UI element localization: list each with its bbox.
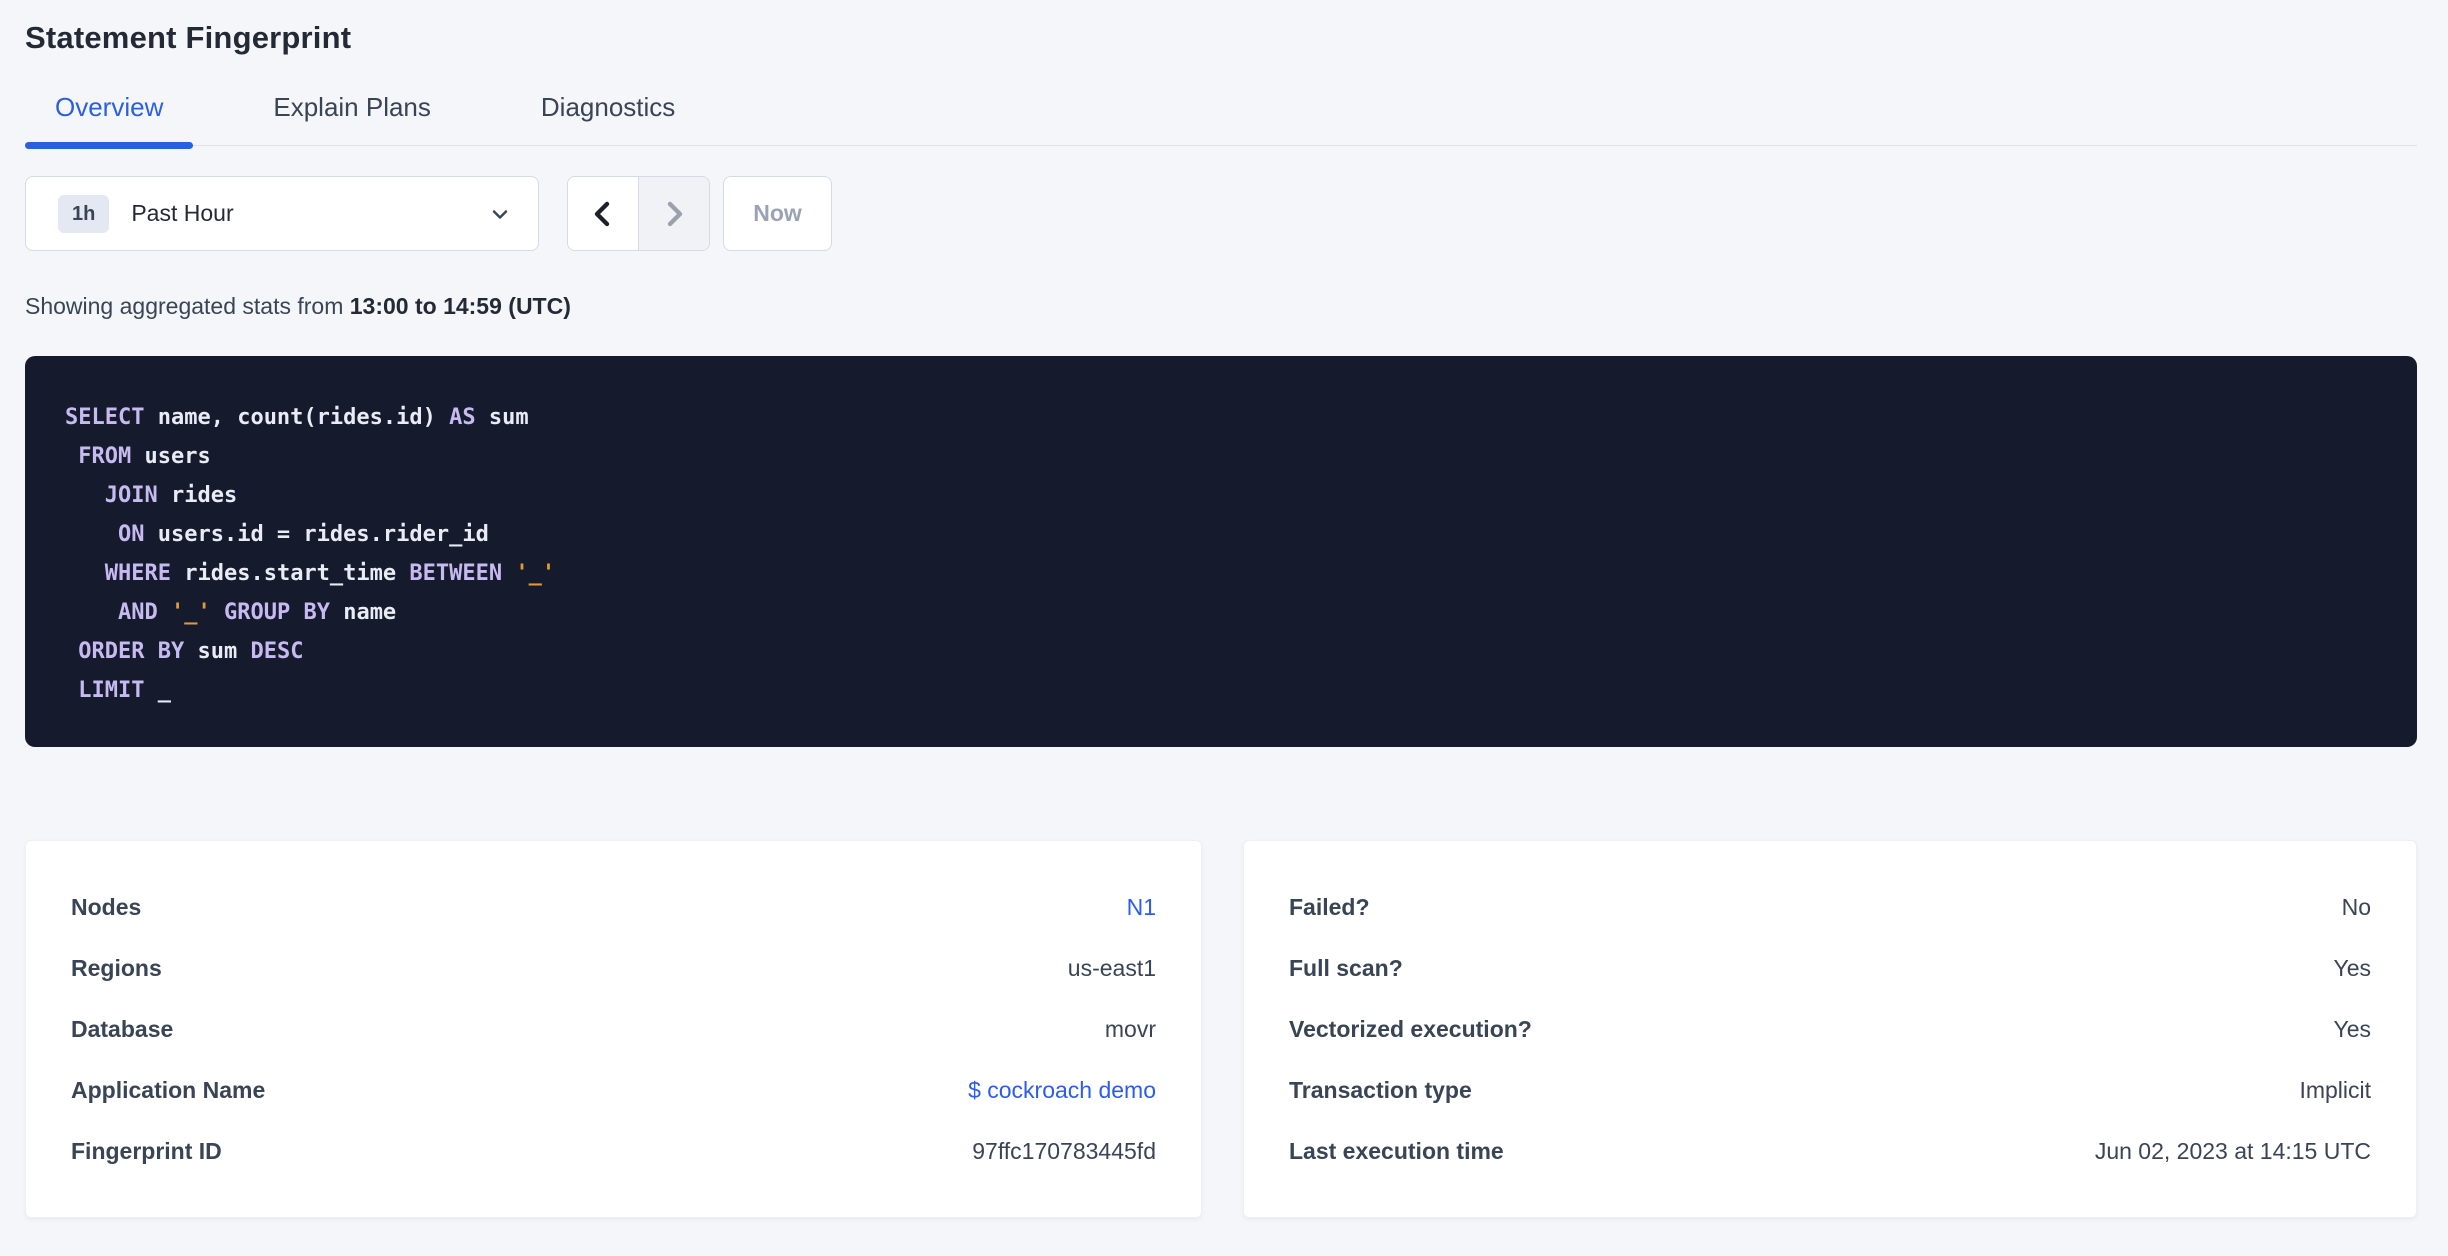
sql-token-kw: JOIN bbox=[104, 483, 158, 508]
summary-row-value-link[interactable]: $ cockroach demo bbox=[968, 1077, 1156, 1104]
summary-row: Nodes N1 bbox=[71, 877, 1156, 938]
execution-attributes-card: Failed? No Full scan? Yes Vectorized executi… bbox=[1243, 840, 2417, 1218]
summary-row-label: Transaction type bbox=[1289, 1077, 1472, 1103]
summary-row: Regions us-east1 bbox=[71, 938, 1156, 999]
sql-token-kw: ON bbox=[117, 522, 145, 547]
aggregated-stats-prefix: Showing aggregated stats from bbox=[25, 293, 350, 319]
summary-row: Database movr bbox=[71, 999, 1156, 1060]
sql-token-kw: AND bbox=[117, 600, 158, 625]
tab-label: Diagnostics bbox=[540, 92, 676, 122]
time-controls-row: 1h Past Hour Now bbox=[25, 176, 2417, 251]
sql-statement-code: SELECT name, count(rides.id) AS sum FROM… bbox=[65, 398, 2377, 710]
sql-token-id: sum bbox=[475, 405, 529, 430]
page-title: Statement Fingerprint bbox=[25, 20, 352, 55]
sql-token-id: _ bbox=[144, 678, 171, 703]
summary-row: Application Name $ cockroach demo bbox=[71, 1060, 1156, 1121]
summary-row-label: Full scan? bbox=[1289, 955, 1403, 981]
sql-token-kw: FROM bbox=[78, 444, 132, 469]
sql-token-kw: ORDER BY bbox=[78, 639, 185, 664]
summary-row: Vectorized execution? Yes bbox=[1289, 999, 2371, 1060]
now-button[interactable]: Now bbox=[723, 176, 832, 251]
summary-row: Transaction type Implicit bbox=[1289, 1060, 2371, 1121]
sql-token-id: rides bbox=[157, 483, 238, 508]
time-range-stepper bbox=[567, 176, 710, 251]
time-range-dropdown[interactable]: 1h Past Hour bbox=[25, 176, 539, 251]
sql-token-id: users.id = rides.rider_id bbox=[144, 522, 489, 547]
sql-token-kw: SELECT bbox=[65, 405, 145, 430]
summary-row-label: Last execution time bbox=[1289, 1138, 1504, 1164]
summary-row-value: movr bbox=[1104, 1016, 1156, 1042]
sql-token-kw: AS bbox=[449, 405, 476, 430]
tab-explain-plans[interactable]: Explain Plans bbox=[243, 92, 461, 145]
aggregated-stats-caption: Showing aggregated stats from 13:00 to 1… bbox=[25, 293, 2417, 320]
sql-token-id bbox=[211, 600, 224, 625]
chevron-right-icon bbox=[659, 197, 689, 231]
summary-row: Failed? No bbox=[1289, 877, 2371, 938]
tab-label: Explain Plans bbox=[273, 92, 431, 122]
sql-token-id bbox=[158, 600, 171, 625]
sql-token-id: users bbox=[131, 444, 211, 469]
summary-cards-row: Nodes N1 Regions us-east1 Database movr Applic… bbox=[25, 840, 2417, 1218]
sql-token-id: name, count(rides.id) bbox=[144, 405, 450, 430]
sql-token-id bbox=[65, 444, 78, 469]
sql-token-id bbox=[65, 522, 118, 547]
summary-row-label: Database bbox=[71, 1016, 174, 1042]
sql-token-kw: LIMIT bbox=[78, 678, 145, 703]
chevron-down-icon bbox=[488, 202, 512, 226]
previous-time-range-button[interactable] bbox=[568, 177, 639, 250]
summary-row-value: us-east1 bbox=[1067, 955, 1156, 981]
sql-token-id: sum bbox=[184, 639, 251, 664]
sql-token-id bbox=[65, 639, 78, 664]
summary-row: Last execution time Jun 02, 2023 at 14:15… bbox=[1289, 1121, 2371, 1182]
sql-token-id bbox=[502, 561, 515, 586]
sql-token-id bbox=[65, 678, 78, 703]
time-range-badge: 1h bbox=[58, 194, 110, 233]
summary-row: Full scan? Yes bbox=[1289, 938, 2371, 999]
chevron-left-icon bbox=[588, 197, 618, 231]
time-range-selected-label: Past Hour bbox=[131, 200, 234, 226]
sql-statement-box: SELECT name, count(rides.id) AS sum FROM… bbox=[25, 356, 2417, 747]
sql-token-id bbox=[65, 483, 105, 508]
summary-row-value: Yes bbox=[2333, 1016, 2371, 1042]
summary-row-value: Jun 02, 2023 at 14:15 UTC bbox=[2094, 1138, 2371, 1164]
tabs-bar: Overview Explain Plans Diagnostics bbox=[25, 92, 2417, 149]
statement-fingerprint-page: Statement Fingerprint Overview Explain Pl… bbox=[0, 0, 2448, 1256]
statement-details-card: Nodes N1 Regions us-east1 Database movr Applic… bbox=[25, 840, 1202, 1218]
sql-token-id bbox=[65, 600, 118, 625]
next-time-range-button[interactable] bbox=[638, 177, 709, 250]
sql-token-id: name bbox=[329, 600, 397, 625]
summary-row-value-link[interactable]: N1 bbox=[1127, 894, 1156, 921]
tab-diagnostics[interactable]: Diagnostics bbox=[511, 92, 705, 145]
summary-row-label: Application Name bbox=[71, 1077, 266, 1103]
tab-label: Overview bbox=[55, 92, 164, 122]
summary-row-value: 97ffc170783445fd bbox=[972, 1138, 1156, 1164]
sql-token-id: rides.start_time bbox=[170, 561, 410, 586]
sql-token-kw: BETWEEN bbox=[409, 561, 503, 586]
sql-token-kw: GROUP BY bbox=[223, 600, 330, 625]
summary-row: Fingerprint ID 97ffc170783445fd bbox=[71, 1121, 1156, 1182]
summary-row-label: Vectorized execution? bbox=[1289, 1016, 1532, 1042]
summary-row-value: Implicit bbox=[2299, 1077, 2371, 1103]
sql-token-id bbox=[65, 561, 105, 586]
sql-token-str: '_' bbox=[515, 561, 556, 586]
summary-row-value: No bbox=[2341, 894, 2371, 920]
sql-token-kw: WHERE bbox=[104, 561, 171, 586]
aggregated-stats-range: 13:00 to 14:59 (UTC) bbox=[349, 293, 571, 319]
summary-row-label: Fingerprint ID bbox=[71, 1138, 222, 1164]
summary-row-value: Yes bbox=[2333, 955, 2371, 981]
tab-overview[interactable]: Overview bbox=[25, 92, 194, 149]
summary-row-label: Nodes bbox=[71, 894, 142, 920]
summary-row-label: Regions bbox=[71, 955, 162, 981]
sql-token-kw: DESC bbox=[250, 639, 304, 664]
active-tab-indicator bbox=[25, 142, 194, 149]
sql-token-str: '_' bbox=[170, 600, 211, 625]
summary-row-label: Failed? bbox=[1289, 894, 1370, 920]
